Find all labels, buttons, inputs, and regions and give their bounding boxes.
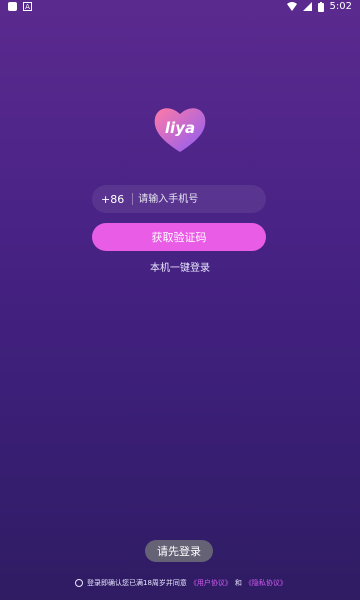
agree-checkbox[interactable] [75, 579, 83, 587]
status-bar: A 5:02 [0, 0, 360, 14]
agreement-text: 登录即确认您已满18周岁并同意 [87, 579, 187, 587]
phone-number-input[interactable] [136, 192, 261, 206]
app-logo: liya [151, 104, 209, 154]
login-toast: 请先登录 [145, 540, 213, 562]
privacy-agreement-link[interactable]: 《隐私协议》 [245, 578, 287, 588]
country-code[interactable]: +86 [101, 193, 124, 206]
battery-icon [317, 1, 324, 12]
login-screen: A 5:02 liya +86 请输入手机号 获取验证码 本机一键登录 请先登录… [0, 0, 360, 600]
status-time: 5:02 [329, 1, 352, 12]
agreement-and: 和 [234, 579, 242, 587]
input-divider [132, 193, 134, 205]
app-notification-icon: A [23, 2, 32, 11]
signal-icon [302, 2, 312, 11]
one-click-login-link[interactable]: 本机一键登录 [0, 259, 360, 274]
notification-icon [8, 2, 17, 11]
logo-text: liya [165, 119, 195, 137]
status-left-icons: A [8, 2, 32, 11]
heart-logo-icon: liya [154, 108, 206, 152]
status-right-icons: 5:02 [286, 1, 352, 12]
phone-input-row[interactable]: +86 [92, 185, 266, 213]
agreement-row: 登录即确认您已满18周岁并同意 《用户协议》 和 《隐私协议》 [75, 578, 290, 588]
user-agreement-link[interactable]: 《用户协议》 [190, 578, 232, 588]
wifi-icon [286, 2, 297, 11]
get-code-button[interactable]: 获取验证码 [92, 223, 266, 251]
